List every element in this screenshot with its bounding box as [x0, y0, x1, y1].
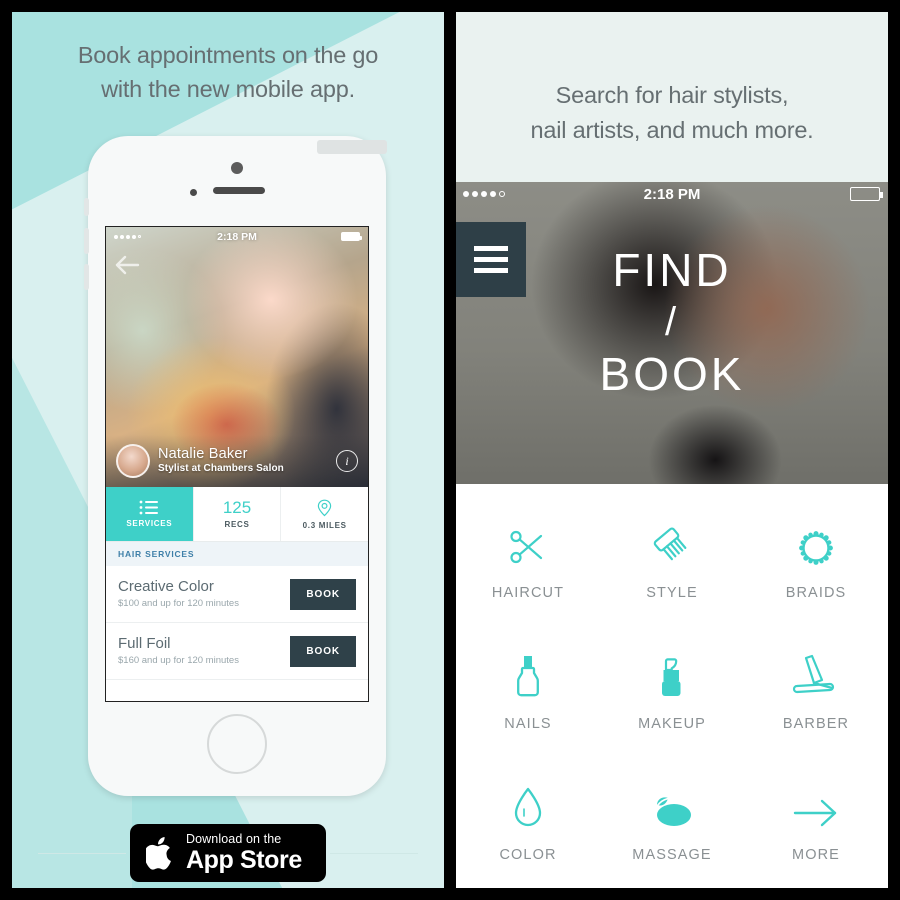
- phone-proximity-sensor: [190, 189, 197, 196]
- status-bar-time: 2:18 PM: [643, 185, 701, 203]
- category-color[interactable]: COLOR: [456, 757, 600, 888]
- find-book-hero-photo: 2:18 PM FIND / BOOK: [456, 182, 888, 484]
- status-bar-time: 2:18 PM: [217, 230, 257, 243]
- tab-recs-label: RECS: [224, 520, 250, 529]
- right-headline-line1: Search for hair stylists,: [555, 82, 789, 108]
- map-pin-icon: [317, 499, 332, 516]
- service-name: Creative Color: [118, 578, 214, 595]
- left-promo-panel: Book appointments on the go with the new…: [12, 12, 444, 888]
- phone-volume-down-button[interactable]: [84, 264, 89, 290]
- hamburger-bar: [474, 268, 508, 273]
- stylist-profile-strip[interactable]: Natalie Baker Stylist at Chambers Salon …: [106, 435, 368, 487]
- tab-services[interactable]: SERVICES: [106, 487, 194, 541]
- arrow-right-icon: [791, 783, 841, 831]
- left-headline-line1: Book appointments on the go: [77, 42, 379, 68]
- services-tab-bar: SERVICES 125 RECS 0.3 MILES: [106, 487, 368, 542]
- category-label: HAIRCUT: [491, 585, 565, 602]
- divider-right: [330, 853, 418, 854]
- signal-dots-icon: [114, 234, 141, 239]
- service-meta: $160 and up for 120 minutes: [118, 655, 239, 666]
- app-store-text: Download on the App Store: [186, 833, 302, 873]
- avatar: [116, 444, 150, 478]
- phone-home-button[interactable]: [207, 714, 267, 774]
- table-row[interactable]: Creative Color $100 and up for 120 minut…: [106, 566, 368, 623]
- right-promo-panel: Search for hair stylists, nail artists, …: [456, 12, 888, 888]
- hero-slash: /: [664, 300, 680, 344]
- stylist-hero-photo: 2:18 PM Natalie Baker Stylist at Chamber…: [106, 227, 368, 487]
- status-bar-right: 2:18 PM: [456, 182, 888, 206]
- straight-razor-icon: [792, 652, 840, 700]
- tab-recs[interactable]: 125 RECS: [194, 487, 282, 541]
- service-name: Full Foil: [118, 635, 171, 652]
- nail-polish-icon: [511, 652, 545, 700]
- massage-stone-icon: [648, 783, 696, 831]
- category-label: STYLE: [646, 585, 698, 602]
- stylist-subtitle: Stylist at Chambers Salon: [158, 463, 284, 474]
- category-label: BARBER: [782, 715, 850, 732]
- tab-distance[interactable]: 0.3 MILES: [281, 487, 368, 541]
- recs-count: 125: [222, 498, 252, 517]
- divider-left: [38, 853, 126, 854]
- tab-services-label: SERVICES: [126, 519, 173, 528]
- book-button[interactable]: BOOK: [290, 578, 356, 610]
- category-label: MORE: [792, 846, 840, 863]
- service-info: Creative Color $100 and up for 120 minut…: [118, 577, 290, 611]
- phone-mute-switch[interactable]: [84, 198, 89, 216]
- status-bar-left: 2:18 PM: [106, 227, 368, 246]
- braid-ring-icon: [795, 521, 837, 569]
- section-header-hair-services: HAIR SERVICES: [106, 542, 368, 566]
- hamburger-bar: [474, 257, 508, 262]
- right-headline: Search for hair stylists, nail artists, …: [456, 78, 888, 148]
- info-glyph: i: [345, 453, 349, 468]
- list-icon: [139, 500, 159, 515]
- hero-line-book: BOOK: [599, 348, 745, 400]
- app-store-big-text: App Store: [186, 845, 302, 874]
- iphone-mockup-left: 2:18 PM Natalie Baker Stylist at Chamber…: [84, 136, 387, 796]
- category-label: MASSAGE: [632, 846, 712, 863]
- back-arrow-icon[interactable]: [114, 254, 140, 276]
- category-makeup[interactable]: MAKEUP: [600, 627, 744, 758]
- scissors-icon: [507, 521, 549, 569]
- category-braids[interactable]: BRAIDS: [744, 496, 888, 627]
- left-headline-line2: with the new mobile app.: [101, 76, 355, 102]
- info-icon[interactable]: i: [336, 450, 358, 472]
- screenshot-stage: Book appointments on the go with the new…: [0, 0, 900, 900]
- phone-front-camera: [231, 162, 243, 174]
- stylist-profile-text: Natalie Baker Stylist at Chambers Salon: [158, 446, 284, 476]
- category-haircut[interactable]: HAIRCUT: [456, 496, 600, 627]
- category-more[interactable]: MORE: [744, 757, 888, 888]
- phone-top-nub: [317, 140, 387, 154]
- battery-icon: [341, 232, 362, 241]
- category-label: MAKEUP: [638, 715, 706, 732]
- service-info: Full Foil $160 and up for 120 minutes: [118, 634, 290, 668]
- category-label: BRAIDS: [785, 585, 847, 602]
- phone-volume-up-button[interactable]: [84, 228, 89, 254]
- lipstick-icon: [656, 652, 688, 700]
- comb-icon: [649, 521, 695, 569]
- right-headline-line2: nail artists, and much more.: [530, 117, 814, 143]
- category-style[interactable]: STYLE: [600, 496, 744, 627]
- app-store-badge[interactable]: Download on the App Store: [130, 824, 326, 882]
- hamburger-bar: [474, 246, 508, 251]
- apple-logo-icon: [146, 837, 171, 870]
- category-massage[interactable]: MASSAGE: [600, 757, 744, 888]
- table-row[interactable]: Full Foil $160 and up for 120 minutes BO…: [106, 623, 368, 680]
- app-store-small-text: Download on the: [186, 832, 282, 847]
- left-headline: Book appointments on the go with the new…: [12, 38, 444, 106]
- phone-screen-left: 2:18 PM Natalie Baker Stylist at Chamber…: [105, 226, 369, 702]
- hamburger-menu-icon[interactable]: [456, 222, 526, 297]
- category-barber[interactable]: BARBER: [744, 627, 888, 758]
- category-grid: HAIRCUT STYLE BRAIDS NAILS MAKEUP BARBER…: [456, 484, 888, 888]
- phone-earpiece-speaker: [213, 187, 265, 194]
- battery-icon: [850, 187, 883, 201]
- droplet-icon: [510, 783, 546, 831]
- signal-dots-icon: [463, 191, 505, 197]
- tab-distance-label: 0.3 MILES: [302, 520, 347, 530]
- category-label: NAILS: [504, 715, 552, 732]
- category-nails[interactable]: NAILS: [456, 627, 600, 758]
- stylist-name: Natalie Baker: [158, 446, 248, 462]
- book-button[interactable]: BOOK: [290, 635, 356, 667]
- category-label: COLOR: [499, 846, 557, 863]
- service-meta: $100 and up for 120 minutes: [118, 598, 239, 609]
